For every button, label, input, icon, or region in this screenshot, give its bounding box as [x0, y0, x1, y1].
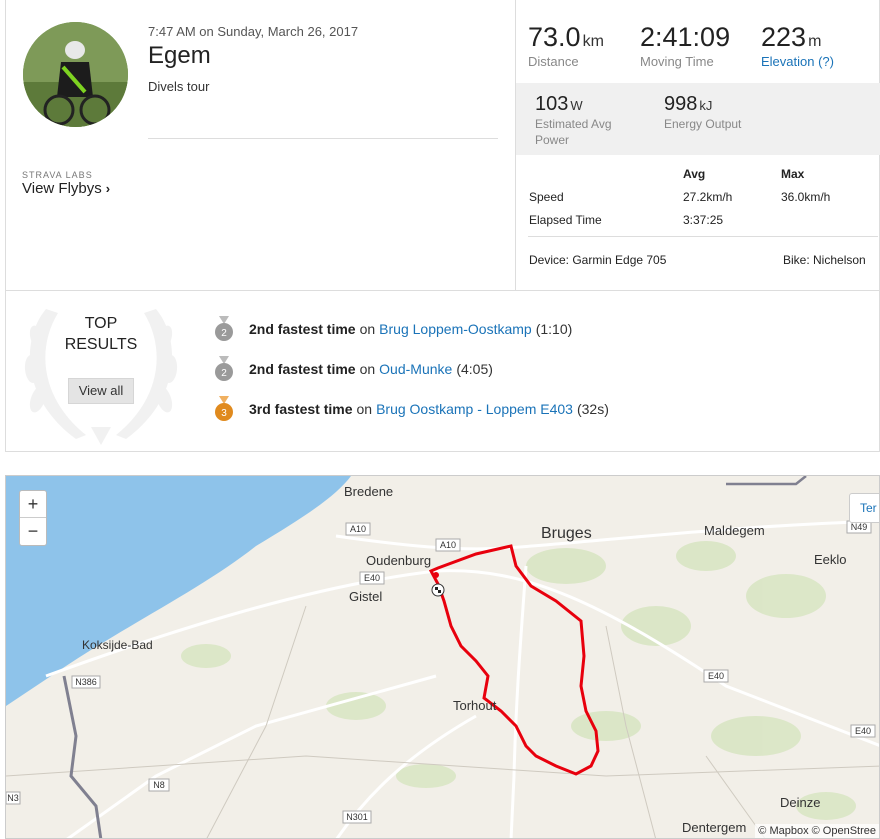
- distance-unit: km: [582, 33, 604, 50]
- silver-medal-icon: 2: [215, 356, 233, 381]
- svg-text:Gistel: Gistel: [349, 589, 382, 604]
- bike-info: Bike: Nichelson: [783, 253, 866, 267]
- power-label-line1: Estimated Avg: [535, 117, 612, 131]
- svg-text:E40: E40: [855, 726, 871, 736]
- top-results-heading: TOP RESULTS: [36, 313, 166, 355]
- start-marker-icon: [433, 572, 439, 578]
- svg-text:E40: E40: [364, 573, 380, 583]
- result-on: on: [359, 361, 376, 377]
- power-label-line2: Power: [535, 133, 570, 147]
- activity-title: Egem: [148, 42, 211, 69]
- speed-label: Speed: [529, 190, 564, 204]
- result-rank: 2nd fastest time: [249, 361, 356, 377]
- svg-text:N8: N8: [153, 780, 165, 790]
- zoom-in-button[interactable]: +: [20, 491, 46, 518]
- svg-text:2: 2: [221, 368, 227, 379]
- bronze-medal-icon: 3: [215, 396, 233, 421]
- view-all-button[interactable]: View all: [68, 378, 134, 404]
- svg-text:3: 3: [221, 408, 227, 419]
- svg-text:E40: E40: [708, 671, 724, 681]
- avg-header: Avg: [683, 167, 706, 181]
- energy-unit: kJ: [699, 98, 713, 113]
- speed-max: 36.0km/h: [781, 190, 831, 204]
- elevation-unit: m: [808, 33, 822, 50]
- result-time: (4:05): [456, 361, 493, 377]
- svg-text:N49: N49: [851, 522, 868, 532]
- svg-text:Torhout: Torhout: [453, 698, 497, 713]
- svg-text:Koksijde-Bad: Koksijde-Bad: [82, 638, 153, 652]
- device-info: Device: Garmin Edge 705: [529, 253, 667, 267]
- divider: [148, 138, 498, 139]
- distance-stat: 73.0 km Distance: [528, 22, 604, 69]
- svg-text:N386: N386: [75, 677, 97, 687]
- svg-text:Dentergem: Dentergem: [682, 820, 746, 835]
- silver-medal-icon: 2: [215, 316, 233, 341]
- route-map[interactable]: A10 A10 E40 E40 E40 N49 N386 N8 N301 N3 …: [5, 475, 880, 839]
- svg-text:Deinze: Deinze: [780, 795, 820, 810]
- strava-labs-label: STRAVA LABS: [22, 170, 93, 180]
- energy-value: 998: [664, 93, 698, 115]
- distance-value: 73.0: [528, 22, 581, 52]
- power-unit: W: [570, 98, 583, 113]
- top-results-card: TOP RESULTS View all 2 2nd fastest time …: [5, 290, 880, 452]
- map-attribution[interactable]: © Mapbox © OpenStree: [755, 824, 879, 838]
- result-on: on: [359, 321, 376, 337]
- chevron-right-icon: ›: [105, 181, 111, 196]
- view-flybys-label: View Flybys: [22, 180, 102, 197]
- power-value: 103: [535, 93, 569, 115]
- energy-stat: 998 kJ Energy Output: [664, 93, 741, 132]
- result-time: (1:10): [535, 321, 573, 337]
- svg-text:A10: A10: [350, 524, 366, 534]
- moving-time-label: Moving Time: [640, 54, 714, 69]
- elapsed-time-label: Elapsed Time: [529, 213, 602, 227]
- result-item: 2 2nd fastest time on Brug Loppem-Oostka…: [214, 316, 572, 342]
- result-on: on: [356, 401, 373, 417]
- top-results-heading-line1: TOP: [84, 315, 118, 332]
- result-item: 2 2nd fastest time on Oud-Munke (4:05): [214, 356, 493, 382]
- terrain-toggle-button[interactable]: Ter: [849, 493, 879, 523]
- result-rank: 2nd fastest time: [249, 321, 356, 337]
- svg-text:A10: A10: [440, 540, 456, 550]
- svg-text:Maldegem: Maldegem: [704, 523, 765, 538]
- segment-link[interactable]: Brug Oostkamp - Loppem E403: [376, 401, 573, 417]
- athlete-avatar[interactable]: [23, 22, 128, 127]
- svg-text:Eeklo: Eeklo: [814, 552, 847, 567]
- svg-text:Bredene: Bredene: [344, 484, 393, 499]
- distance-label: Distance: [528, 54, 579, 69]
- power-panel: 103 W Estimated Avg Power 998 kJ Energy Ou…: [516, 83, 880, 155]
- activity-date: 7:47 AM on Sunday, March 26, 2017: [148, 24, 359, 39]
- svg-text:Oudenburg: Oudenburg: [366, 553, 431, 568]
- result-rank: 3rd fastest time: [249, 401, 353, 417]
- svg-text:Bruges: Bruges: [541, 525, 592, 542]
- zoom-out-button[interactable]: −: [20, 518, 46, 545]
- elevation-value: 223: [761, 22, 807, 52]
- activity-summary-card: 7:47 AM on Sunday, March 26, 2017 Egem D…: [5, 0, 880, 291]
- moving-time-value: 2:41:09: [640, 22, 731, 52]
- divider: [528, 236, 878, 237]
- max-header: Max: [781, 167, 805, 181]
- svg-text:2: 2: [221, 328, 227, 339]
- segment-link[interactable]: Oud-Munke: [379, 361, 452, 377]
- power-stat: 103 W Estimated Avg Power: [535, 93, 612, 148]
- elevation-stat: 223 m Elevation (?): [761, 22, 834, 69]
- moving-time-stat: 2:41:09 Moving Time: [640, 22, 730, 69]
- elevation-help-link[interactable]: Elevation (?): [761, 54, 834, 69]
- speed-avg: 27.2km/h: [683, 190, 733, 204]
- view-flybys-link[interactable]: View Flybys ›: [22, 180, 110, 197]
- activity-description: Divels tour: [148, 79, 210, 94]
- result-item: 3 3rd fastest time on Brug Oostkamp - Lo…: [214, 396, 609, 422]
- svg-text:N301: N301: [346, 812, 368, 822]
- zoom-controls: + −: [19, 490, 47, 546]
- top-results-heading-line2: RESULTS: [64, 336, 138, 353]
- energy-label: Energy Output: [664, 117, 742, 131]
- elapsed-time-avg: 3:37:25: [683, 213, 724, 227]
- map-canvas[interactable]: A10 A10 E40 E40 E40 N49 N386 N8 N301 N3 …: [6, 476, 880, 839]
- result-time: (32s): [576, 401, 609, 417]
- svg-text:N3: N3: [7, 793, 19, 803]
- segment-link[interactable]: Brug Loppem-Oostkamp: [379, 321, 532, 337]
